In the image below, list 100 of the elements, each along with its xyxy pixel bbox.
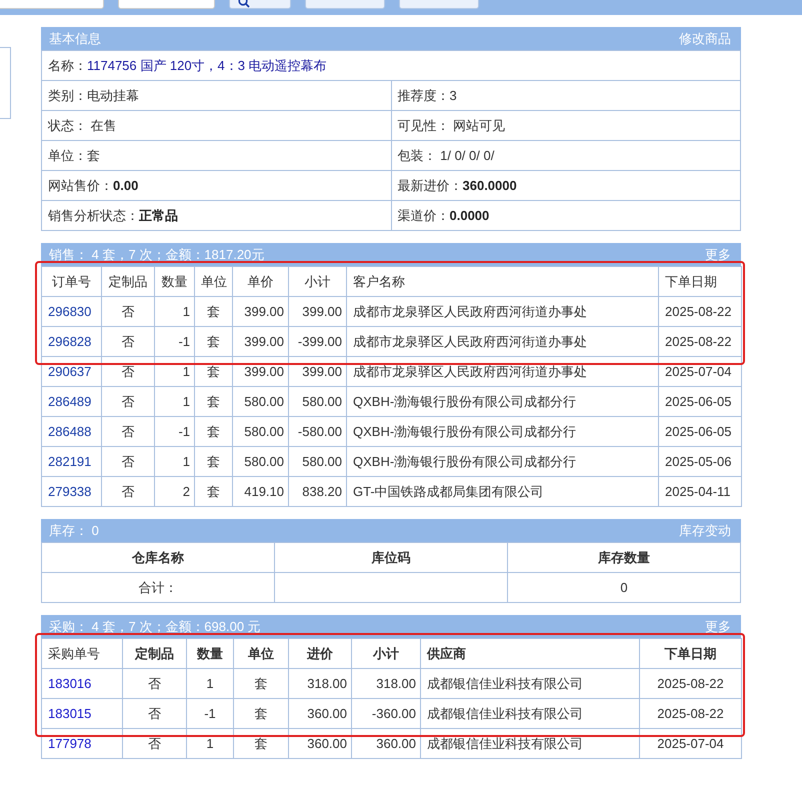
table-cell: 成都市龙泉驿区人民政府西河街道办事处 bbox=[346, 296, 658, 326]
table-cell: 套 bbox=[194, 416, 232, 446]
table-cell: -1 bbox=[154, 326, 194, 356]
field-cell: 网站售价：0.00 bbox=[42, 170, 391, 200]
table-cell: 套 bbox=[234, 668, 288, 698]
table-cell: 成都银信佳业科技有限公司 bbox=[420, 668, 640, 698]
field-cell: 单位：套 bbox=[42, 140, 391, 170]
field-cell: 销售分析状态：正常品 bbox=[42, 200, 391, 230]
table-cell: 1 bbox=[154, 386, 194, 416]
product-name: 1174756 国产 120寸，4：3 电动遥控幕布 bbox=[87, 58, 327, 72]
field-cell: 包装： 1/ 0/ 0/ 0/ bbox=[391, 140, 740, 170]
table-cell: 成都市龙泉驿区人民政府西河街道办事处 bbox=[346, 356, 658, 386]
table-cell: 否 bbox=[102, 296, 154, 326]
table-cell: 否 bbox=[122, 698, 186, 728]
table-cell: 否 bbox=[122, 728, 186, 758]
table-cell: 套 bbox=[194, 386, 232, 416]
table-cell: 2025-07-04 bbox=[658, 356, 742, 386]
field-cell: 可见性： 网站可见 bbox=[391, 110, 740, 140]
column-header: 单位 bbox=[194, 266, 232, 296]
table-cell: 2025-06-05 bbox=[658, 386, 742, 416]
table-cell: 399.00 bbox=[288, 356, 346, 386]
table-cell: -360.00 bbox=[352, 698, 420, 728]
sidebar-panel bbox=[0, 47, 11, 119]
table-cell: QXBH-渤海银行股份有限公司成都分行 bbox=[346, 386, 658, 416]
table-cell: 否 bbox=[102, 446, 154, 476]
table-cell: QXBH-渤海银行股份有限公司成都分行 bbox=[346, 416, 658, 446]
panel-title: 采购： 4 套，7 次；金额：698.00 元 bbox=[49, 618, 261, 636]
column-header: 数量 bbox=[154, 266, 194, 296]
table-cell: 2025-08-22 bbox=[658, 326, 742, 356]
table-cell: 套 bbox=[234, 698, 288, 728]
table-cell: 否 bbox=[102, 326, 154, 356]
column-header: 采购单号 bbox=[42, 638, 122, 668]
table-cell: 否 bbox=[102, 356, 154, 386]
table-cell: 套 bbox=[194, 326, 232, 356]
table-cell: 成都银信佳业科技有限公司 bbox=[420, 698, 640, 728]
table-cell: 399.00 bbox=[232, 326, 288, 356]
table-cell: 360.00 bbox=[288, 728, 352, 758]
column-header: 小计 bbox=[352, 638, 420, 668]
panel-title: 库存： 0 bbox=[49, 522, 99, 540]
table-cell: 0 bbox=[508, 572, 740, 602]
table-cell: 否 bbox=[102, 476, 154, 506]
table-cell: 套 bbox=[194, 446, 232, 476]
field-cell: 推荐度：3 bbox=[391, 80, 740, 110]
table-cell: 318.00 bbox=[288, 668, 352, 698]
column-header: 定制品 bbox=[102, 266, 154, 296]
field-label: 名称： bbox=[48, 58, 87, 72]
table-cell: 2025-07-04 bbox=[640, 728, 742, 758]
table-cell: 成都银信佳业科技有限公司 bbox=[420, 728, 640, 758]
table-cell: 580.00 bbox=[288, 446, 346, 476]
table-cell: GT-中国铁路成都局集团有限公司 bbox=[346, 476, 658, 506]
table-cell: 399.00 bbox=[232, 356, 288, 386]
table-cell: 580.00 bbox=[232, 416, 288, 446]
table-cell: 2025-06-05 bbox=[658, 416, 742, 446]
table-cell: QXBH-渤海银行股份有限公司成都分行 bbox=[346, 446, 658, 476]
column-header: 定制品 bbox=[122, 638, 186, 668]
table-cell: 套 bbox=[194, 356, 232, 386]
column-header: 库位码 bbox=[274, 542, 508, 572]
column-header: 供应商 bbox=[420, 638, 640, 668]
column-header: 单价 bbox=[232, 266, 288, 296]
table-cell: 2025-08-22 bbox=[658, 296, 742, 326]
table-cell: 580.00 bbox=[288, 386, 346, 416]
table-cell: 1 bbox=[154, 356, 194, 386]
panel-title: 基本信息 bbox=[49, 30, 101, 48]
table-cell: 419.10 bbox=[232, 476, 288, 506]
table-cell: 2 bbox=[154, 476, 194, 506]
column-header: 客户名称 bbox=[346, 266, 658, 296]
table-cell: 399.00 bbox=[232, 296, 288, 326]
table-cell: 360.00 bbox=[288, 698, 352, 728]
table-cell: 360.00 bbox=[352, 728, 420, 758]
table-cell: 399.00 bbox=[288, 296, 346, 326]
column-header: 进价 bbox=[288, 638, 352, 668]
column-header: 单位 bbox=[234, 638, 288, 668]
field-cell: 状态： 在售 bbox=[42, 110, 391, 140]
table-cell: 2025-08-22 bbox=[640, 698, 742, 728]
table-cell: 580.00 bbox=[232, 446, 288, 476]
table-cell: 1 bbox=[186, 728, 234, 758]
table-cell: 2025-04-11 bbox=[658, 476, 742, 506]
column-header: 仓库名称 bbox=[42, 542, 274, 572]
column-header: 数量 bbox=[186, 638, 234, 668]
table-cell: 否 bbox=[102, 416, 154, 446]
table-cell: 1 bbox=[154, 446, 194, 476]
table-cell: 1 bbox=[186, 668, 234, 698]
column-header: 下单日期 bbox=[658, 266, 742, 296]
table-cell: 套 bbox=[194, 476, 232, 506]
column-header: 订单号 bbox=[42, 266, 102, 296]
column-header: 小计 bbox=[288, 266, 346, 296]
panel-title: 销售： 4 套，7 次；金额：1817.20元 bbox=[49, 246, 264, 264]
table-cell: -580.00 bbox=[288, 416, 346, 446]
table-cell: 838.20 bbox=[288, 476, 346, 506]
field-cell: 渠道价：0.0000 bbox=[391, 200, 740, 230]
table-cell: 否 bbox=[122, 668, 186, 698]
table-cell: 合计： bbox=[42, 572, 274, 602]
table-cell: -399.00 bbox=[288, 326, 346, 356]
field-cell: 最新进价：360.0000 bbox=[391, 170, 740, 200]
table-cell: 2025-05-06 bbox=[658, 446, 742, 476]
table-cell: 否 bbox=[102, 386, 154, 416]
column-header: 库存数量 bbox=[508, 542, 740, 572]
table-cell: -1 bbox=[186, 698, 234, 728]
table-cell: 成都市龙泉驿区人民政府西河街道办事处 bbox=[346, 326, 658, 356]
field-cell: 类别：电动挂幕 bbox=[42, 80, 391, 110]
